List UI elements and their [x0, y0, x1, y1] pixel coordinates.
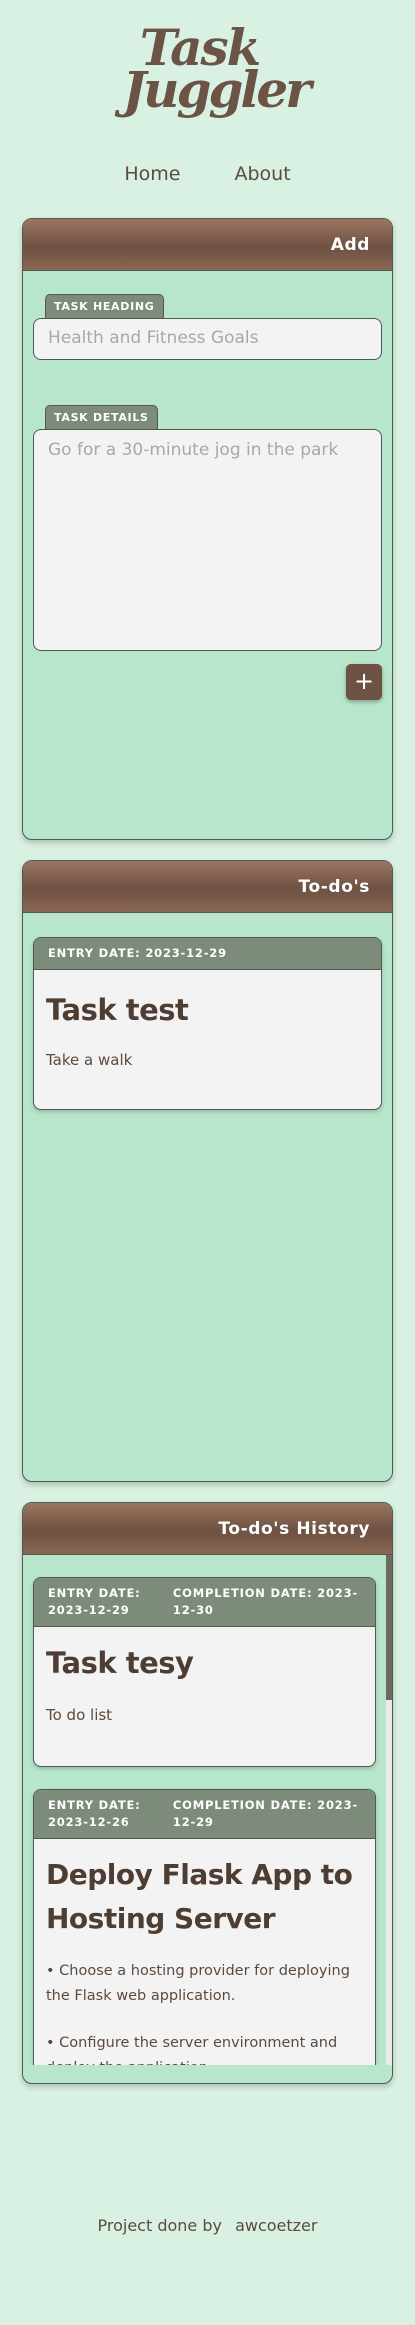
todos-card-header: To-do's — [23, 861, 392, 913]
history-task-header: ENTRY DATE: 2023-12-26 COMPLETION DATE: … — [34, 1790, 375, 1839]
plus-icon: + — [353, 667, 375, 695]
add-card-header: Add — [23, 219, 392, 271]
todo-task-body: Take a walk — [46, 1051, 133, 1069]
todos-card: To-do's ENTRY DATE: 2023-12-29 Task test… — [22, 860, 393, 1482]
logo-line-2: Juggler — [122, 60, 311, 119]
add-task-card: Add TASK HEADING Health and Fitness Goal… — [22, 218, 393, 840]
history-card: To-do's History ENTRY DATE: 2023-12-29 C… — [22, 1502, 393, 2084]
history-scroll-area[interactable]: ENTRY DATE: 2023-12-29 COMPLETION DATE: … — [23, 1555, 392, 2065]
history-card-header: To-do's History — [23, 1503, 392, 1555]
add-card-title: Add — [330, 234, 370, 255]
history-completion-date: COMPLETION DATE: 2023-12-29 — [172, 1798, 358, 1829]
task-details-tab: TASK DETAILS — [45, 405, 158, 429]
history-scrollbar-thumb[interactable] — [386, 1555, 392, 1700]
task-heading-input[interactable]: Health and Fitness Goals — [33, 318, 382, 360]
history-task-body-line: • Configure the server environment and d… — [46, 2035, 338, 2065]
history-card-title: To-do's History — [218, 1518, 370, 1539]
history-task-body: • Choose a hosting provider for deployin… — [34, 1941, 375, 2065]
main-nav: Home About — [0, 163, 415, 185]
history-task-card[interactable]: ENTRY DATE: 2023-12-26 COMPLETION DATE: … — [33, 1789, 376, 2065]
logo: Task Juggler — [0, 0, 415, 150]
todo-task-header: ENTRY DATE: 2023-12-29 — [34, 938, 381, 970]
task-details-textarea[interactable]: Go for a 30-minute jog in the park — [33, 429, 382, 651]
history-completion-date: COMPLETION DATE: 2023-12-30 — [172, 1586, 358, 1617]
history-task-body-line: • Choose a hosting provider for deployin… — [46, 1963, 350, 2004]
history-entry-date: ENTRY DATE: 2023-12-29 — [48, 1586, 141, 1617]
todos-card-title: To-do's — [298, 876, 370, 897]
history-task-card[interactable]: ENTRY DATE: 2023-12-29 COMPLETION DATE: … — [33, 1577, 376, 1767]
footer: Project done by awcoetzer — [0, 2216, 415, 2235]
history-entry-date: ENTRY DATE: 2023-12-26 — [48, 1798, 141, 1829]
footer-author-link[interactable]: awcoetzer — [235, 2216, 317, 2235]
history-task-header: ENTRY DATE: 2023-12-29 COMPLETION DATE: … — [34, 1578, 375, 1627]
todo-entry-date: ENTRY DATE: 2023-12-29 — [48, 946, 227, 960]
history-task-body-line: To do list — [46, 1706, 113, 1724]
nav-about-link[interactable]: About — [234, 163, 290, 185]
task-heading-tab: TASK HEADING — [45, 294, 164, 318]
history-task-title: Deploy Flask App to Hosting Server — [46, 1858, 353, 1935]
todo-task-card[interactable]: ENTRY DATE: 2023-12-29 Task test Take a … — [33, 937, 382, 1110]
add-task-button[interactable]: + — [346, 664, 382, 700]
footer-text: Project done by — [97, 2216, 222, 2235]
history-task-title: Task tesy — [46, 1646, 194, 1680]
nav-home-link[interactable]: Home — [124, 163, 180, 185]
todo-task-title: Task test — [46, 993, 189, 1027]
history-task-body: To do list — [34, 1685, 375, 1742]
